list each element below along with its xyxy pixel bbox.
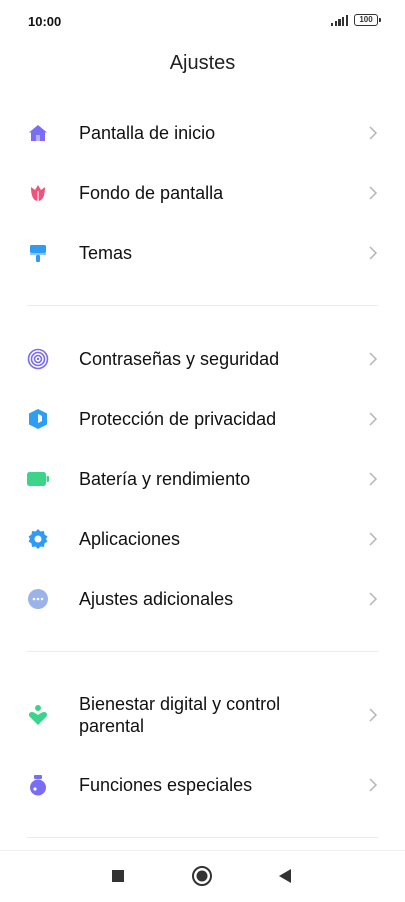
settings-item-additional-settings[interactable]: Ajustes adicionales — [0, 569, 405, 629]
settings-item-label: Funciones especiales — [79, 775, 253, 795]
potion-icon — [27, 774, 49, 796]
settings-list: Pantalla de inicio Fondo de pantalla Tem… — [0, 103, 405, 861]
battery-icon — [27, 468, 49, 490]
settings-item-apps[interactable]: Aplicaciones — [0, 509, 405, 569]
chevron-right-icon — [369, 246, 378, 260]
settings-item-label: Pantalla de inicio — [79, 123, 216, 143]
settings-item-themes[interactable]: Temas — [0, 223, 405, 283]
chevron-right-icon — [369, 412, 378, 426]
paintbrush-icon — [27, 242, 49, 264]
settings-item-label: Aplicaciones — [79, 529, 181, 549]
settings-item-label: Batería y rendimiento — [79, 469, 251, 489]
settings-item-label: Temas — [79, 243, 133, 263]
chevron-right-icon — [369, 126, 378, 140]
chevron-right-icon — [369, 472, 378, 486]
wellbeing-icon — [27, 704, 49, 726]
status-bar: 10:00 100 — [0, 0, 405, 44]
chevron-right-icon — [369, 352, 378, 366]
status-indicators: 100 — [331, 14, 381, 26]
recents-button[interactable] — [107, 865, 129, 887]
page-title: Ajustes — [169, 52, 236, 74]
chevron-right-icon — [369, 592, 378, 606]
signal-icon — [331, 14, 348, 26]
status-time: 10:00 — [28, 14, 62, 29]
chevron-right-icon — [369, 532, 378, 546]
settings-item-battery-performance[interactable]: Batería y rendimiento — [0, 449, 405, 509]
section-divider — [0, 629, 405, 675]
navigation-bar — [0, 850, 405, 902]
settings-item-label: Contraseñas y seguridad — [79, 349, 280, 369]
section-divider — [0, 283, 405, 329]
settings-item-special-features[interactable]: Funciones especiales — [0, 755, 405, 815]
home-button[interactable] — [191, 865, 213, 887]
home-icon — [27, 122, 49, 144]
battery-level: 100 — [359, 15, 373, 24]
settings-item-digital-wellbeing[interactable]: Bienestar digital y control parental — [0, 675, 405, 755]
fingerprint-icon — [27, 348, 49, 370]
settings-item-privacy-protection[interactable]: Protección de privacidad — [0, 389, 405, 449]
settings-item-passwords-security[interactable]: Contraseñas y seguridad — [0, 329, 405, 389]
more-icon — [27, 588, 49, 610]
chevron-right-icon — [369, 708, 378, 722]
chevron-right-icon — [369, 778, 378, 792]
settings-item-label: Protección de privacidad — [79, 409, 277, 429]
settings-item-label: Bienestar digital y control parental — [79, 694, 281, 736]
battery-icon: 100 — [354, 14, 381, 26]
settings-item-wallpaper[interactable]: Fondo de pantalla — [0, 163, 405, 223]
settings-item-label: Fondo de pantalla — [79, 183, 224, 203]
gear-icon — [27, 528, 49, 550]
back-triangle-icon — [279, 869, 291, 883]
home-circle-icon — [192, 866, 212, 886]
chevron-right-icon — [369, 186, 378, 200]
settings-item-label: Ajustes adicionales — [79, 589, 234, 609]
back-button[interactable] — [274, 865, 296, 887]
shield-icon — [27, 408, 49, 430]
tulip-icon — [27, 182, 49, 204]
recents-square-icon — [112, 870, 124, 882]
settings-item-home-screen[interactable]: Pantalla de inicio — [0, 103, 405, 163]
